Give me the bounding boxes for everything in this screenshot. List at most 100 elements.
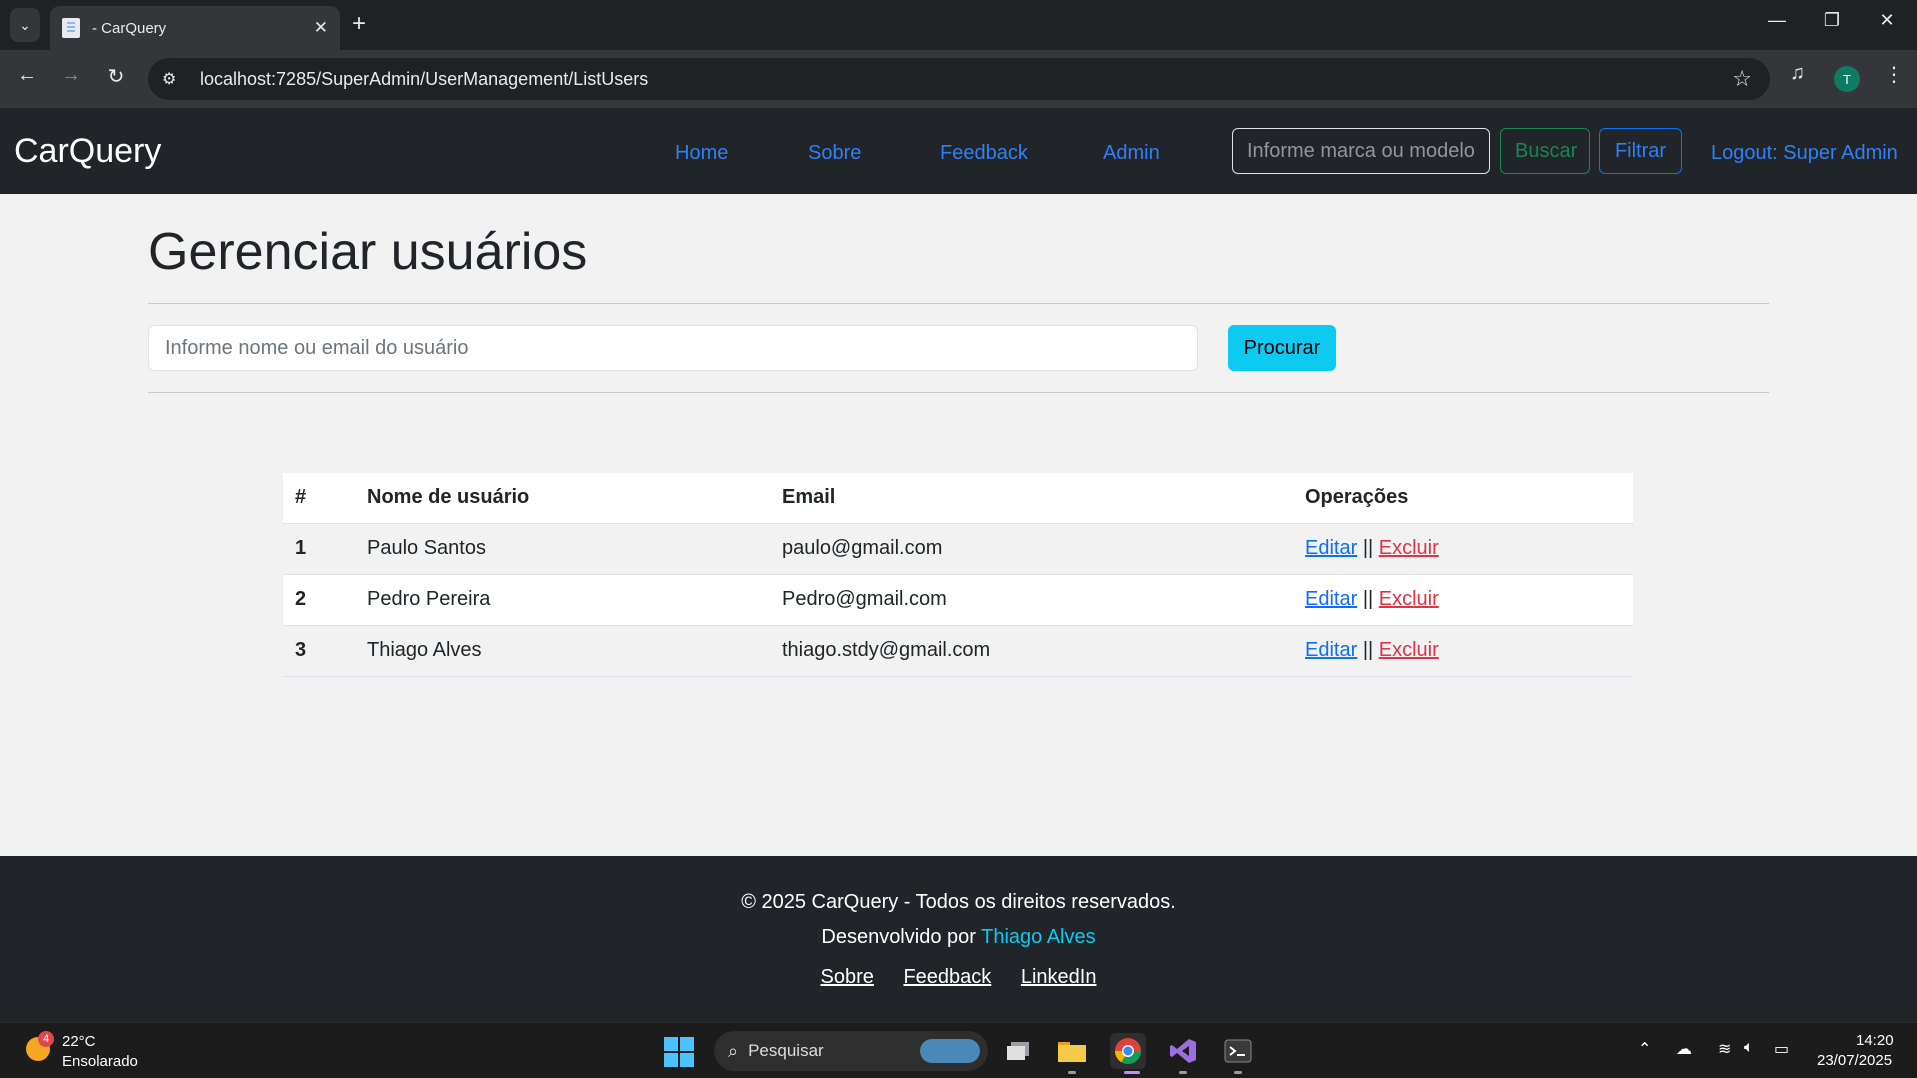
browser-menu-icon[interactable]: ⋮ [1884, 62, 1904, 87]
browser-tabstrip: ⌄ - CarQuery ✕ + — ❐ ✕ [0, 0, 1917, 50]
terminal-running-indicator [1234, 1071, 1242, 1074]
column-header-index: # [283, 473, 355, 524]
browser-toolbar: ← → ↻ ⚙ localhost:7285/SuperAdmin/UserMa… [0, 50, 1917, 108]
address-url[interactable]: localhost:7285/SuperAdmin/UserManagement… [200, 69, 1732, 90]
operations-separator: || [1362, 537, 1374, 559]
tray-overflow-chevron-icon[interactable]: ⌃ [1638, 1039, 1651, 1059]
operations-separator: || [1362, 588, 1374, 610]
row-index: 3 [283, 625, 355, 677]
restore-button[interactable]: ❐ [1817, 10, 1847, 31]
row-index: 1 [283, 523, 355, 575]
row-username: Paulo Santos [355, 523, 770, 575]
nav-link-sobre[interactable]: Sobre [808, 142, 861, 165]
table-row: 1 Paulo Santos paulo@gmail.com Editar ||… [283, 523, 1633, 575]
page-favicon-icon [62, 18, 80, 38]
footer-copyright: © 2025 CarQuery - Todos os direitos rese… [741, 891, 1176, 913]
users-table: # Nome de usuário Email Operações 1 Paul… [283, 473, 1633, 677]
footer-link-linkedin[interactable]: LinkedIn [1021, 966, 1097, 988]
footer-link-feedback[interactable]: Feedback [903, 966, 991, 988]
media-controls-icon[interactable]: ♫ [1790, 62, 1805, 85]
site-footer: © 2025 CarQuery - Todos os direitos rese… [0, 856, 1917, 1022]
new-tab-button[interactable]: + [352, 10, 366, 38]
chrome-icon[interactable] [1110, 1033, 1146, 1069]
footer-credits: Desenvolvido por Thiago Alves [0, 926, 1917, 949]
browser-tab-active[interactable]: - CarQuery ✕ [50, 6, 340, 50]
brand-logo[interactable]: CarQuery [14, 132, 161, 171]
wifi-icon[interactable]: ≋ [1718, 1039, 1731, 1059]
nav-link-admin[interactable]: Admin [1103, 142, 1160, 165]
window-close-button[interactable]: ✕ [1872, 10, 1902, 31]
back-arrow-icon[interactable]: ← [12, 64, 42, 87]
footer-links: Sobre Feedback LinkedIn [0, 966, 1917, 989]
logout-link[interactable]: Logout: Super Admin [1711, 142, 1898, 165]
windows-taskbar: 4 22°C Ensolarado ⌕ Pesquisar ⌃ ☁ ≋ 🔈︎ ▭… [0, 1022, 1917, 1078]
taskbar-search-label: Pesquisar [748, 1041, 824, 1060]
row-username: Pedro Pereira [355, 574, 770, 626]
divider-bottom [148, 392, 1769, 393]
table-row: 3 Thiago Alves thiago.stdy@gmail.com Edi… [283, 625, 1633, 677]
site-info-icon[interactable]: ⚙ [162, 69, 186, 89]
filtrar-button[interactable]: Filtrar [1599, 128, 1682, 174]
edit-link[interactable]: Editar [1305, 537, 1357, 559]
onedrive-cloud-icon[interactable]: ☁ [1676, 1039, 1692, 1059]
browser-tab-title: - CarQuery [92, 19, 167, 37]
footer-developed-by: Desenvolvido por [821, 926, 976, 948]
forward-arrow-icon[interactable]: → [56, 64, 86, 87]
footer-link-sobre[interactable]: Sobre [821, 966, 874, 988]
row-operations: Editar || Excluir [1293, 625, 1633, 677]
footer-developer-name[interactable]: Thiago Alves [981, 926, 1096, 948]
row-email: Pedro@gmail.com [770, 574, 1293, 626]
chrome-active-indicator [1124, 1071, 1140, 1074]
tab-search-chevron-icon[interactable]: ⌄ [10, 8, 40, 42]
bookmark-star-icon[interactable]: ☆ [1732, 66, 1752, 92]
file-explorer-icon[interactable] [1054, 1033, 1090, 1069]
column-header-email: Email [770, 473, 1293, 524]
tab-close-icon[interactable]: ✕ [314, 18, 328, 38]
search-icon: ⌕ [728, 1040, 739, 1061]
weather-temperature[interactable]: 22°C [62, 1033, 96, 1050]
battery-icon[interactable]: ▭ [1774, 1039, 1789, 1059]
edit-link[interactable]: Editar [1305, 588, 1357, 610]
search-highlight-icon [920, 1039, 980, 1063]
row-email: paulo@gmail.com [770, 523, 1293, 575]
volume-icon[interactable]: 🔈︎ [1744, 1039, 1754, 1057]
column-header-operations: Operações [1293, 473, 1633, 524]
divider-top [148, 303, 1769, 304]
procurar-button[interactable]: Procurar [1228, 325, 1336, 371]
task-view-icon[interactable] [1000, 1033, 1036, 1069]
terminal-icon[interactable] [1220, 1033, 1256, 1069]
explorer-running-indicator [1068, 1071, 1076, 1074]
operations-separator: || [1362, 639, 1374, 661]
taskbar-clock-time[interactable]: 14:20 [1856, 1032, 1894, 1049]
buscar-button[interactable]: Buscar [1500, 128, 1590, 174]
row-operations: Editar || Excluir [1293, 574, 1633, 626]
windows-start-icon[interactable] [664, 1037, 694, 1067]
taskbar-clock-date[interactable]: 23/07/2025 [1817, 1052, 1892, 1069]
nav-link-home[interactable]: Home [675, 142, 728, 165]
profile-avatar[interactable]: T [1834, 66, 1860, 92]
row-email: thiago.stdy@gmail.com [770, 625, 1293, 677]
row-username: Thiago Alves [355, 625, 770, 677]
nav-link-feedback[interactable]: Feedback [940, 142, 1028, 165]
taskbar-search[interactable]: ⌕ Pesquisar [714, 1031, 988, 1071]
address-bar[interactable]: ⚙ localhost:7285/SuperAdmin/UserManageme… [148, 58, 1770, 100]
row-operations: Editar || Excluir [1293, 523, 1633, 575]
column-header-username: Nome de usuário [355, 473, 770, 524]
delete-link[interactable]: Excluir [1379, 588, 1439, 610]
car-search-input[interactable] [1232, 128, 1490, 174]
visual-studio-icon[interactable] [1165, 1033, 1201, 1069]
weather-description[interactable]: Ensolarado [62, 1053, 138, 1070]
delete-link[interactable]: Excluir [1379, 639, 1439, 661]
table-header-row: # Nome de usuário Email Operações [283, 473, 1633, 524]
user-search-input[interactable] [148, 325, 1198, 371]
table-row: 2 Pedro Pereira Pedro@gmail.com Editar |… [283, 574, 1633, 626]
row-index: 2 [283, 574, 355, 626]
reload-icon[interactable]: ↻ [101, 64, 131, 89]
minimize-button[interactable]: — [1762, 10, 1792, 31]
weather-notification-badge: 4 [38, 1031, 54, 1047]
page-title: Gerenciar usuários [148, 223, 588, 281]
site-navbar: CarQuery Home Sobre Feedback Admin Busca… [0, 108, 1917, 194]
vs-running-indicator [1179, 1071, 1187, 1074]
delete-link[interactable]: Excluir [1379, 537, 1439, 559]
edit-link[interactable]: Editar [1305, 639, 1357, 661]
